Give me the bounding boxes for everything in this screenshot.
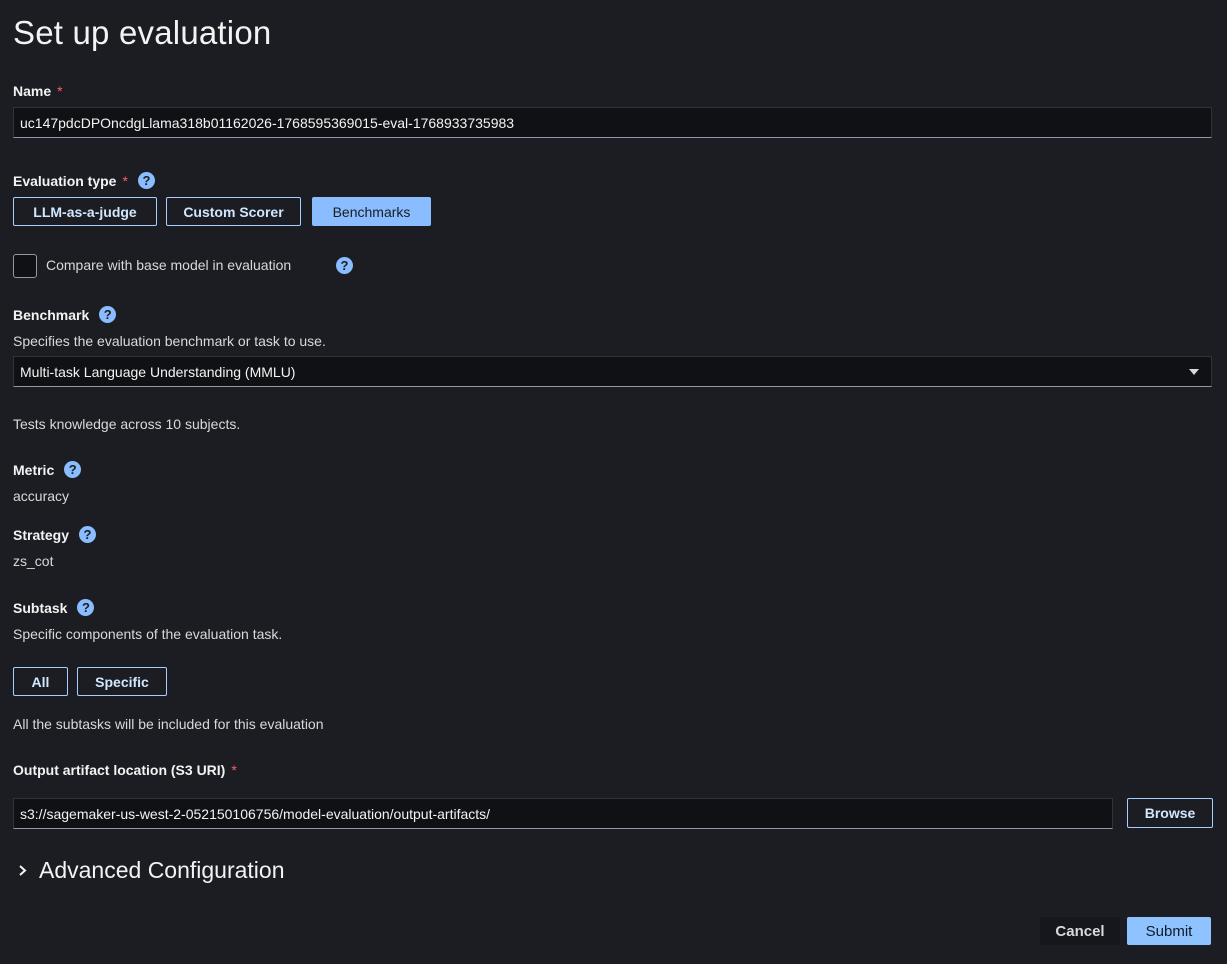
strategy-label: Strategy ? — [13, 526, 97, 543]
browse-button[interactable]: Browse — [1127, 798, 1213, 828]
help-icon[interactable]: ? — [336, 257, 353, 274]
strategy-value: zs_cot — [13, 553, 54, 569]
required-mark: * — [57, 83, 63, 99]
page-title: Set up evaluation — [13, 14, 272, 51]
benchmark-description: Specifies the evaluation benchmark or ta… — [13, 333, 326, 349]
subtask-specific-button[interactable]: Specific — [77, 667, 167, 696]
subtask-description: Specific components of the evaluation ta… — [13, 626, 283, 642]
output-location-label: Output artifact location (S3 URI) * — [13, 762, 237, 778]
required-mark: * — [231, 762, 237, 778]
output-location-input[interactable]: s3://sagemaker-us-west-2-052150106756/mo… — [13, 798, 1113, 829]
subtask-label: Subtask ? — [13, 599, 95, 616]
subtask-all-button[interactable]: All — [13, 667, 68, 696]
help-icon[interactable]: ? — [79, 526, 97, 543]
advanced-configuration-label: Advanced Configuration — [39, 857, 285, 883]
required-mark: * — [122, 172, 128, 189]
llm-as-a-judge-button[interactable]: LLM-as-a-judge — [13, 197, 157, 226]
submit-button[interactable]: Submit — [1127, 917, 1211, 945]
custom-scorer-button[interactable]: Custom Scorer — [166, 197, 301, 226]
cancel-button[interactable]: Cancel — [1040, 917, 1120, 945]
benchmark-label: Benchmark ? — [13, 306, 117, 323]
chevron-right-icon — [19, 865, 27, 876]
metric-label: Metric ? — [13, 461, 82, 478]
help-icon[interactable]: ? — [77, 599, 95, 616]
name-label: Name * — [13, 83, 63, 99]
subtask-note: All the subtasks will be included for th… — [13, 716, 324, 732]
strategy-label-text: Strategy — [13, 526, 70, 543]
help-icon[interactable]: ? — [99, 306, 117, 323]
name-input[interactable]: uc147pdcDPOncdgLlama318b01162026-1768595… — [13, 107, 1212, 138]
help-icon[interactable]: ? — [137, 172, 155, 189]
benchmark-info: Tests knowledge across 10 subjects. — [13, 416, 241, 432]
evaluation-type-label-text: Evaluation type — [13, 172, 117, 189]
metric-value: accuracy — [13, 488, 70, 504]
compare-base-model-checkbox[interactable] — [13, 254, 37, 278]
help-icon[interactable]: ? — [64, 461, 82, 478]
output-location-label-text: Output artifact location (S3 URI) — [13, 762, 226, 778]
benchmarks-button[interactable]: Benchmarks — [312, 197, 431, 226]
caret-down-icon — [1189, 368, 1199, 375]
metric-label-text: Metric — [13, 461, 55, 478]
compare-base-model-label: Compare with base model in evaluation — [46, 257, 292, 273]
benchmark-label-text: Benchmark — [13, 306, 90, 323]
name-label-text: Name — [13, 83, 52, 99]
benchmark-select[interactable]: Multi-task Language Understanding (MMLU) — [13, 356, 1212, 387]
subtask-label-text: Subtask — [13, 599, 68, 616]
benchmark-select-value: Multi-task Language Understanding (MMLU) — [20, 363, 296, 380]
evaluation-type-label: Evaluation type * ? — [13, 172, 155, 189]
advanced-configuration-toggle[interactable]: Advanced Configuration — [18, 857, 285, 884]
